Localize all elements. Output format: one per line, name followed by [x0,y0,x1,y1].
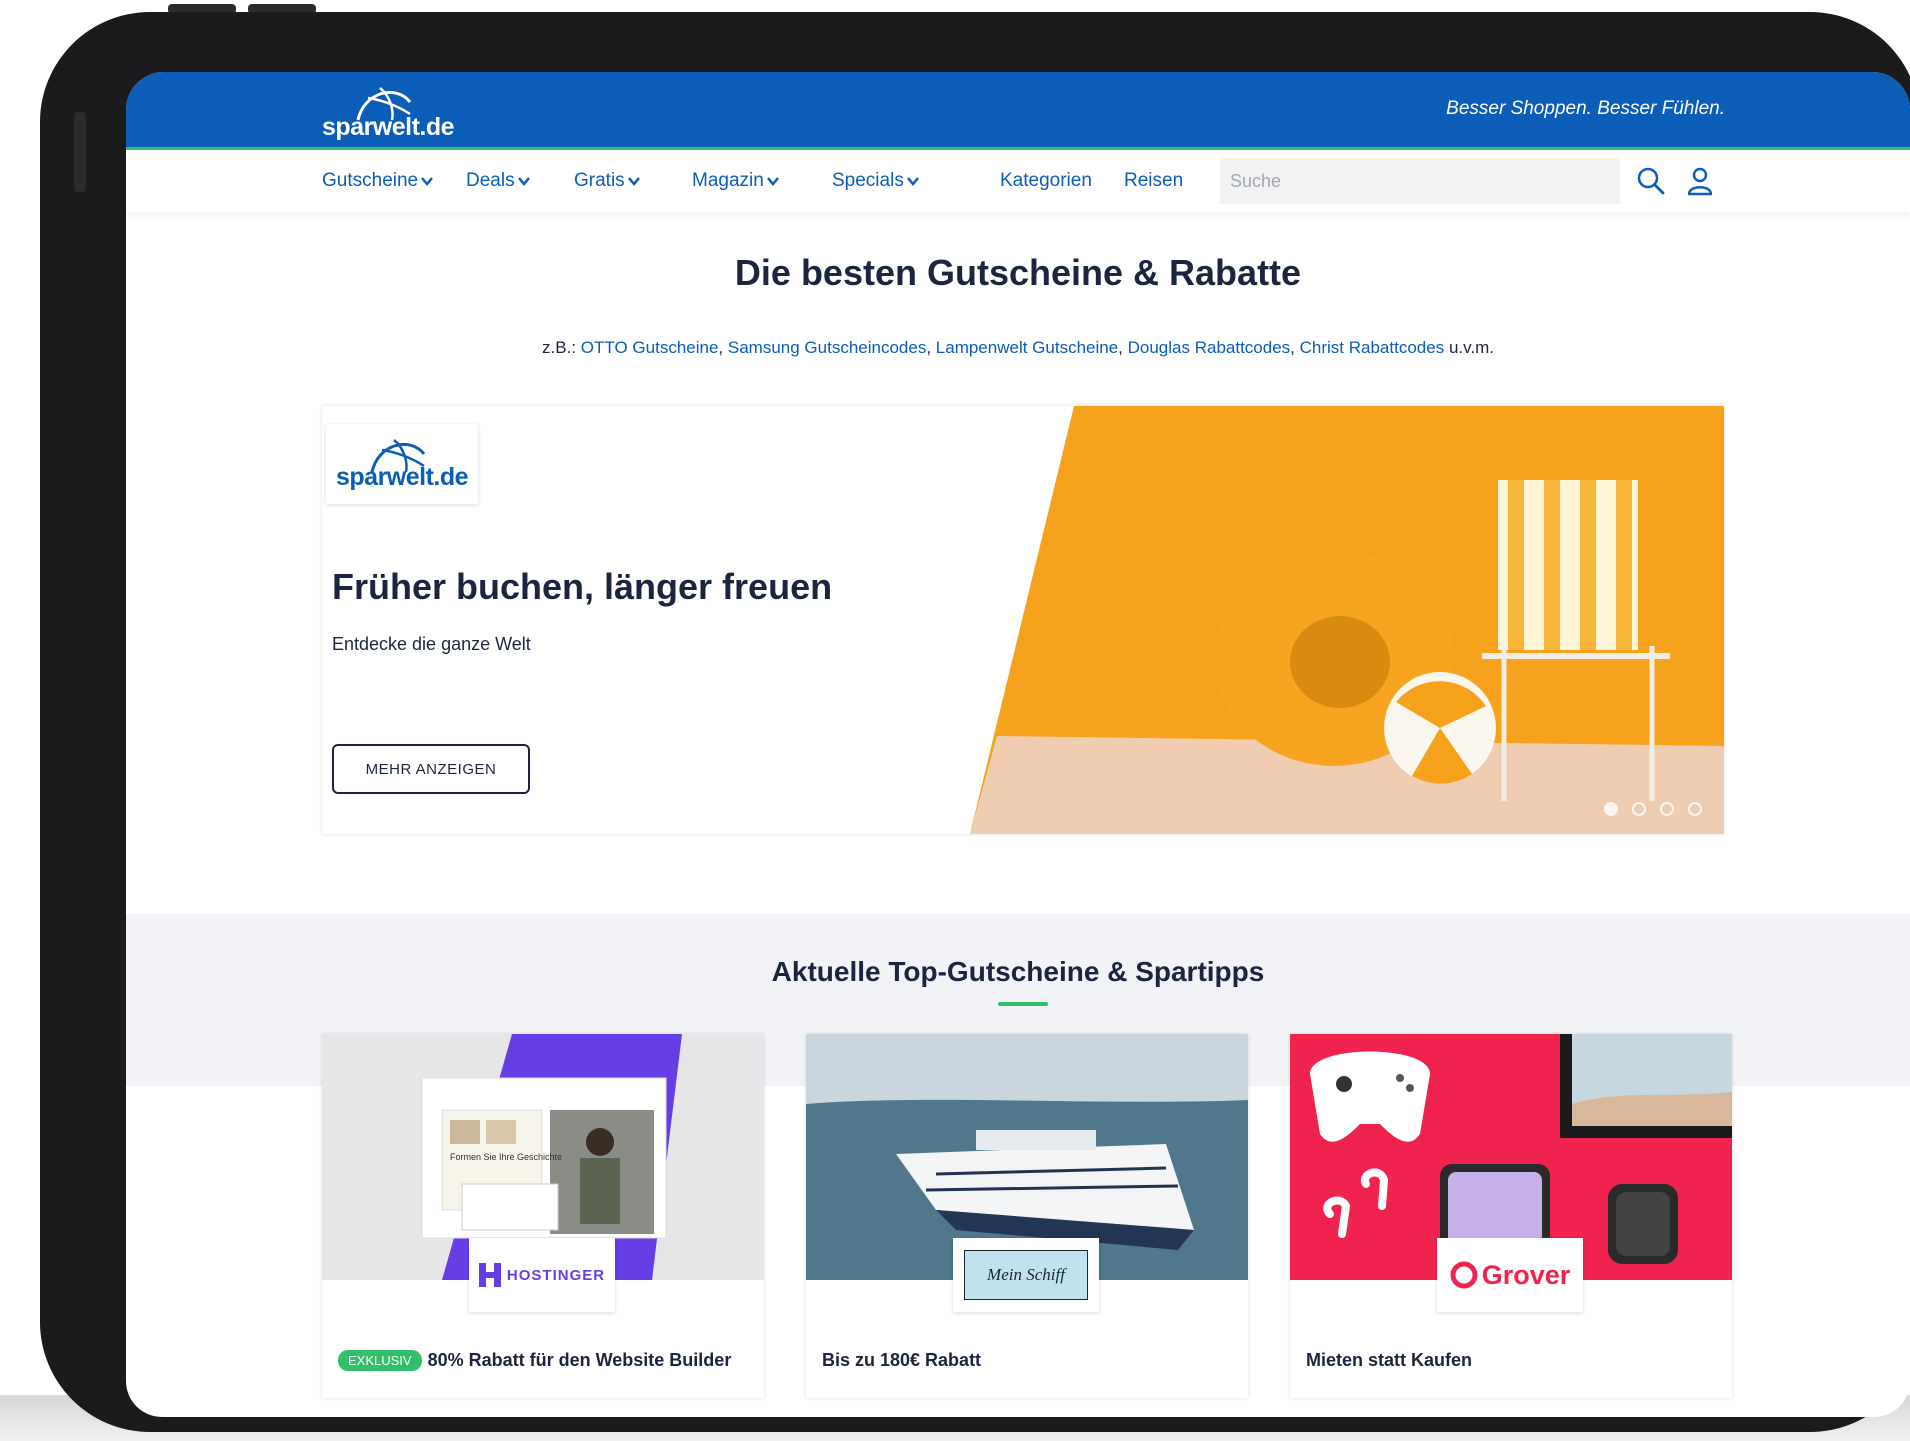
deal-title: Mieten statt Kaufen [1306,1350,1472,1371]
globe-logo-icon [370,439,426,473]
deal-title-text: Bis zu 180€ Rabatt [822,1350,982,1370]
nav-item-label: Specials [832,170,904,191]
section-underline [998,1002,1048,1006]
carousel-dot[interactable] [1660,802,1674,816]
chevron-down-icon [627,177,640,186]
deal-title-text: 80% Rabatt für den Website Builder [427,1350,732,1370]
nav-item-kategorien[interactable]: Kategorien [1000,170,1092,192]
deal-card-grover[interactable]: Grover Mieten statt Kaufen [1290,1034,1732,1398]
brand-name: Grover [1481,1259,1571,1290]
slogan: Besser Shoppen. Besser Fühlen. [1446,98,1725,119]
top-bar: sparwelt.de Besser Shoppen. Besser Fühle… [126,72,1910,150]
brand-name: HOSTINGER [506,1266,606,1284]
examples-prefix: z.B.: [542,338,577,357]
chevron-down-icon [766,177,779,186]
nav-item-specials[interactable]: Specials [832,170,920,192]
hero-banner[interactable]: sparwelt.de Früher buchen, länger freuen… [322,406,1724,834]
mock-headline-text: Formen Sie Ihre Geschichte [450,1152,562,1162]
hostinger-h-icon [478,1263,501,1287]
beach-summer-illustration [970,406,1724,834]
tablet-frame: sparwelt.de Besser Shoppen. Besser Fühle… [40,12,1910,1432]
deal-title: EXKLUSIV 80% Rabatt für den Website Buil… [338,1350,731,1371]
nav-item-reisen[interactable]: Reisen [1124,170,1183,192]
carousel-dot[interactable] [1604,802,1618,816]
tablet-side-button [74,112,86,192]
grover-o-icon [1450,1261,1478,1289]
chevron-down-icon [906,177,919,186]
nav-item-deals[interactable]: Deals [466,170,531,192]
carousel-dots [1604,802,1702,816]
example-link-samsung[interactable]: Samsung Gutscheincodes [728,338,926,357]
main-navigation: Gutscheine Deals Gratis Magazin Specials… [126,150,1910,212]
chevron-down-icon [421,177,434,186]
brand-name: Mein Schiff [987,1265,1065,1284]
deal-title: Bis zu 180€ Rabatt [822,1350,981,1371]
example-link-lampenwelt[interactable]: Lampenwelt Gutscheine [936,338,1118,357]
user-account-icon[interactable] [1686,166,1714,196]
deal-card-mein-schiff[interactable]: Mein Schiff Bis zu 180€ Rabatt [806,1034,1248,1398]
nav-item-label: Reisen [1124,170,1184,191]
examples-suffix: u.v.m. [1448,338,1494,357]
nav-item-gratis[interactable]: Gratis [574,170,641,192]
nav-item-label: Kategorien [1000,170,1092,191]
nav-item-label: Gratis [574,170,625,191]
nav-item-label: Magazin [692,170,764,191]
nav-item-label: Gutscheine [322,170,419,191]
nav-item-magazin[interactable]: Magazin [692,170,780,192]
search-input[interactable] [1220,158,1610,204]
exclusive-badge: EXKLUSIV [338,1350,422,1371]
hostinger-logo: HOSTINGER [469,1238,615,1312]
search-box [1220,158,1620,204]
site-logo[interactable]: sparwelt.de [322,82,455,142]
grover-logo: Grover [1437,1238,1583,1312]
deal-title-text: Mieten statt Kaufen [1306,1350,1473,1370]
show-more-button[interactable]: MEHR ANZEIGEN [332,744,530,794]
nav-item-gutscheine[interactable]: Gutscheine [322,170,434,192]
banner-logo: sparwelt.de [326,424,478,504]
example-link-christ[interactable]: Christ Rabattcodes [1300,338,1445,357]
example-link-otto[interactable]: OTTO Gutscheine [581,338,719,357]
section-title: Aktuelle Top-Gutscheine & Spartipps [771,956,1265,987]
mein-schiff-logo: Mein Schiff [953,1238,1099,1312]
page-title: Die besten Gutscheine & Rabatte [734,252,1302,293]
banner-headline: Früher buchen, länger freuen [332,566,833,607]
carousel-dot[interactable] [1632,802,1646,816]
nav-item-label: Deals [466,170,515,191]
tablet-screen: sparwelt.de Besser Shoppen. Besser Fühle… [126,72,1910,1417]
search-icon[interactable] [1636,166,1666,196]
chevron-down-icon [517,177,530,186]
banner-subline: Entdecke die ganze Welt [332,634,531,654]
deal-card-hostinger[interactable]: Formen Sie Ihre Geschichte HOSTINGER EXK… [322,1034,764,1398]
carousel-dot[interactable] [1688,802,1702,816]
sparwelt-logo: sparwelt.de [336,438,469,492]
example-links: z.B.: OTTO Gutscheine, Samsung Gutschein… [542,338,1494,357]
globe-logo-icon [356,87,412,121]
example-link-douglas[interactable]: Douglas Rabattcodes [1128,338,1291,357]
